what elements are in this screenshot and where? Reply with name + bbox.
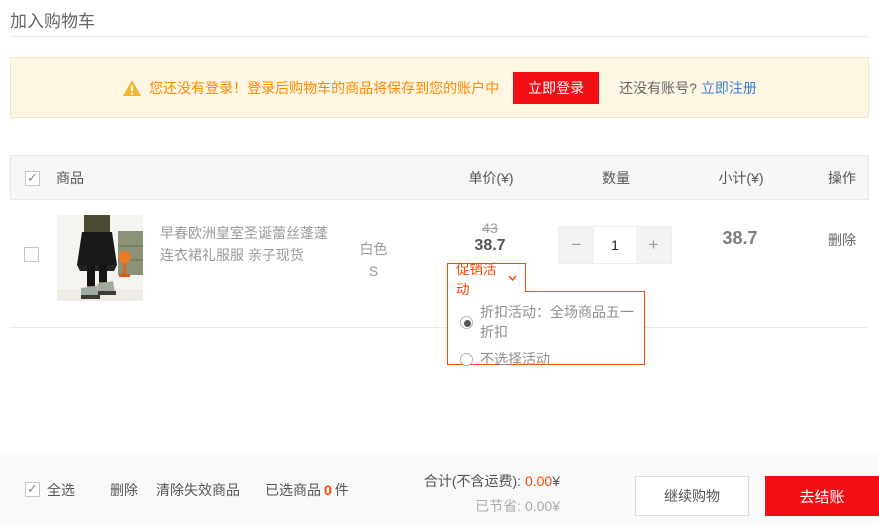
continue-shopping-button[interactable]: 继续购物	[635, 476, 749, 516]
item-select-checkbox[interactable]	[24, 247, 39, 262]
delete-item-link[interactable]: 删除	[828, 230, 856, 250]
header-product: 商品	[56, 168, 416, 188]
selected-count: 0	[321, 482, 335, 498]
cart-table-header: 商品 单价(¥) 数量 小计(¥) 操作	[10, 155, 869, 200]
select-all-checkbox[interactable]	[25, 482, 40, 497]
login-now-button[interactable]: 立即登录	[513, 72, 599, 104]
footer-left-group: 全选 删除 清除失效商品 已选商品0件	[25, 455, 349, 524]
cart-item-row: 早春欧洲皇室圣诞蕾丝蓬蓬连衣裙礼服服 亲子现货 白色 S 43 38.7 − +…	[10, 200, 869, 328]
no-account-text: 还没有账号?	[619, 78, 697, 98]
register-now-link[interactable]: 立即注册	[701, 78, 757, 98]
divider	[10, 36, 869, 37]
selected-count-text: 已选商品0件	[265, 480, 349, 500]
header-subtotal: 小计(¥)	[666, 168, 816, 188]
radio-selected-icon[interactable]	[460, 316, 473, 329]
totals-block: 合计(不含运费): 0.00¥ 已节省: 0.00¥	[380, 471, 560, 516]
warning-triangle-icon	[122, 79, 142, 97]
header-quantity: 数量	[566, 168, 666, 188]
product-size: S	[332, 260, 415, 282]
saved-line: 已节省: 0.00¥	[380, 496, 560, 516]
subtotal-cell: 38.7	[665, 200, 815, 249]
saved-label: 已节省:	[475, 498, 521, 514]
total-value: 0.00	[525, 473, 552, 489]
chevron-down-icon	[508, 275, 517, 281]
login-warning-message: 您还没有登录！登录后购物车的商品将保存到您的账户中	[149, 78, 499, 98]
saved-value: 0.00¥	[525, 498, 560, 514]
quantity-stepper: − +	[558, 226, 672, 264]
quantity-input[interactable]	[594, 227, 636, 263]
original-price: 43	[415, 220, 565, 236]
subtotal-value: 38.7	[665, 228, 815, 249]
product-title[interactable]: 早春欧洲皇室圣诞蕾丝蓬蓬连衣裙礼服服 亲子现货	[160, 223, 332, 301]
cart-page: 加入购物车 您还没有登录！登录后购物车的商品将保存到您的账户中 立即登录 还没有…	[0, 0, 879, 524]
login-warning-banner: 您还没有登录！登录后购物车的商品将保存到您的账户中 立即登录 还没有账号? 立即…	[10, 57, 869, 118]
quantity-decrease-button[interactable]: −	[559, 227, 594, 263]
header-unit-price: 单价(¥)	[416, 168, 566, 188]
promotion-option-label: 不选择活动	[480, 349, 550, 369]
total-line: 合计(不含运费): 0.00¥	[380, 471, 560, 491]
promotion-dropdown-panel: 折扣活动：全场商品五一折扣 不选择活动	[447, 291, 645, 365]
current-price: 38.7	[415, 237, 565, 255]
header-checkbox-cell	[11, 169, 56, 186]
promotion-label: 促销活动	[456, 258, 508, 298]
footer-delete-link[interactable]: 删除	[110, 480, 138, 500]
promotion-dropdown-toggle[interactable]: 促销活动	[447, 263, 526, 292]
cart-footer-bar: 全选 删除 清除失效商品 已选商品0件 合计(不含运费): 0.00¥ 已节省:…	[0, 455, 879, 524]
clear-invalid-link[interactable]: 清除失效商品	[156, 480, 240, 500]
header-select-checkbox[interactable]	[25, 171, 40, 186]
product-color: 白色	[332, 238, 415, 260]
row-checkbox-cell	[10, 200, 55, 262]
selected-prefix: 已选商品	[265, 482, 321, 498]
checkout-button[interactable]: 去结账	[765, 476, 879, 516]
quantity-cell: − +	[565, 200, 665, 264]
action-cell: 删除	[815, 200, 869, 250]
promotion-option-discount[interactable]: 折扣活动：全场商品五一折扣	[460, 302, 644, 342]
page-title: 加入购物车	[10, 7, 95, 32]
promotion-option-none[interactable]: 不选择活动	[460, 349, 644, 369]
product-cell: 早春欧洲皇室圣诞蕾丝蓬蓬连衣裙礼服服 亲子现货 白色 S	[55, 200, 415, 301]
radio-unselected-icon[interactable]	[460, 353, 473, 366]
promotion-option-label: 折扣活动：全场商品五一折扣	[480, 302, 644, 342]
select-all-label[interactable]: 全选	[47, 480, 75, 500]
product-variant: 白色 S	[332, 238, 415, 301]
total-label: 合计(不含运费):	[424, 473, 521, 489]
product-image[interactable]	[57, 215, 143, 301]
unit-price-cell: 43 38.7	[415, 200, 565, 255]
total-currency: ¥	[552, 473, 560, 489]
header-action: 操作	[816, 168, 868, 188]
selected-suffix: 件	[335, 482, 349, 498]
